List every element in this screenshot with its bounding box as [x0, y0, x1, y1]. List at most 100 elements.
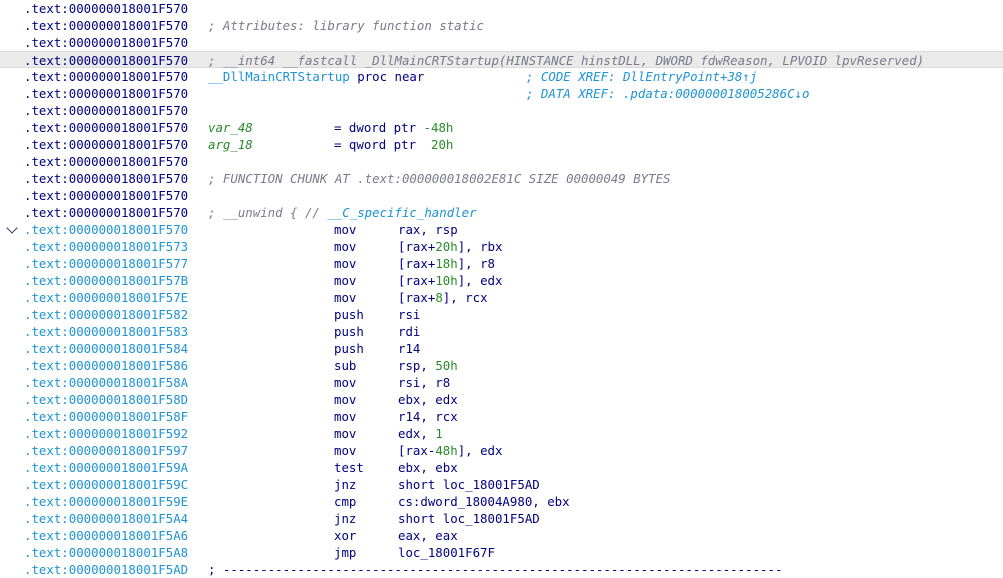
branch-target[interactable]: loc_18001F67F	[398, 545, 495, 560]
proc-declaration: __DllMainCRTStartup proc near	[208, 68, 424, 85]
instruction-row[interactable]: .text:000000018001F58A mov rsi, r8	[0, 374, 1003, 391]
instruction-row[interactable]: .text:000000018001F58F mov r14, rcx	[0, 408, 1003, 425]
operands[interactable]: short loc_18001F5AD	[398, 510, 540, 527]
address: .text:000000018001F5A6	[24, 528, 189, 543]
stack-var-type: = dword ptr	[334, 120, 424, 135]
operand-text: ], rbx	[457, 239, 503, 254]
operand-text[interactable]: cs:dword_18004A980, ebx	[398, 494, 570, 509]
stack-var-name[interactable]: arg_18	[208, 136, 253, 153]
mnemonic: mov	[334, 239, 357, 254]
instruction-row[interactable]: .text:000000018001F5A8 jmp loc_18001F67F	[0, 544, 1003, 561]
operand-text: ebx, edx	[398, 392, 458, 407]
mnemonic: mov	[334, 392, 357, 407]
listing-row[interactable]: .text:000000018001F570	[0, 153, 1003, 170]
listing-row[interactable]: .text:000000018001F570 arg_18 = qword pt…	[0, 136, 1003, 153]
operand-text: ], r8	[457, 256, 496, 271]
instruction-row[interactable]: .text:000000018001F59E cmp cs:dword_18004…	[0, 493, 1003, 510]
unwind-comment: ; __unwind { // __C_specific_handler	[208, 204, 477, 221]
mnemonic: mov	[334, 375, 357, 390]
address: .text:000000018001F582	[24, 307, 189, 322]
operands: edx, 1	[398, 425, 443, 442]
instruction-row[interactable]: .text:000000018001F59C jnz short loc_1800…	[0, 476, 1003, 493]
operands: [rax+18h], r8	[398, 255, 495, 272]
address: .text:000000018001F57B	[24, 273, 189, 288]
mnemonic: xor	[334, 528, 357, 543]
operands: r14, rcx	[398, 408, 458, 425]
listing-row[interactable]: .text:000000018001F5AD ; ---------------…	[0, 561, 1003, 578]
instruction-row[interactable]: .text:000000018001F584 push r14	[0, 340, 1003, 357]
instruction-row[interactable]: .text:000000018001F59A test ebx, ebx	[0, 459, 1003, 476]
operand-number: 50h	[435, 358, 458, 373]
operand-text: eax, eax	[398, 528, 458, 543]
instruction-row[interactable]: .text:000000018001F592 mov edx, 1	[0, 425, 1003, 442]
listing-row[interactable]: .text:000000018001F570	[0, 0, 1003, 17]
block-divider: ; --------------------------------------…	[208, 562, 783, 577]
operand-text: rsi, r8	[398, 375, 451, 390]
branch-target[interactable]: short loc_18001F5AD	[398, 511, 540, 526]
operands: [rax+10h], edx	[398, 272, 502, 289]
address: .text:000000018001F577	[24, 256, 189, 271]
listing-row[interactable]: .text:000000018001F570 ; Attributes: lib…	[0, 17, 1003, 34]
instruction-row[interactable]: .text:000000018001F582 push rsi	[0, 306, 1003, 323]
operand-text: rax, rsp	[398, 222, 458, 237]
operand-number: 1	[435, 426, 443, 441]
instruction-row[interactable]: .text:000000018001F583 push rdi	[0, 323, 1003, 340]
operand-number: 48h	[435, 443, 458, 458]
data-xref[interactable]: ; DATA XREF: .pdata:000000018005286C↓o	[526, 85, 809, 102]
instruction-row[interactable]: .text:000000018001F597 mov [rax-48h], edx	[0, 442, 1003, 459]
address: .text:000000018001F597	[24, 443, 189, 458]
operand-text: ], edx	[457, 273, 503, 288]
listing-row[interactable]: .text:000000018001F570	[0, 34, 1003, 51]
listing-row[interactable]: .text:000000018001F570 var_48 = dword pt…	[0, 119, 1003, 136]
listing-row[interactable]: .text:000000018001F570	[0, 102, 1003, 119]
operand-text: ebx, ebx	[398, 460, 458, 475]
operand-text: rsp,	[398, 358, 436, 373]
listing-row[interactable]: .text:000000018001F570 ; FUNCTION CHUNK …	[0, 170, 1003, 187]
listing-row[interactable]: .text:000000018001F570 __DllMainCRTStart…	[0, 68, 1003, 85]
operands[interactable]: cs:dword_18004A980, ebx	[398, 493, 570, 510]
instruction-row[interactable]: .text:000000018001F570 mov rax, rsp	[0, 221, 1003, 238]
instruction-row[interactable]: .text:000000018001F577 mov [rax+18h], r8	[0, 255, 1003, 272]
address: .text:000000018001F570	[24, 222, 189, 237]
operands: [rax-48h], edx	[398, 442, 502, 459]
address: .text:000000018001F58A	[24, 375, 189, 390]
operands[interactable]: loc_18001F67F	[398, 544, 495, 561]
operands[interactable]: short loc_18001F5AD	[398, 476, 540, 493]
instruction-row[interactable]: .text:000000018001F5A6 xor eax, eax	[0, 527, 1003, 544]
operands: rdi	[398, 323, 420, 340]
address: .text:000000018001F58F	[24, 409, 189, 424]
operands: r14	[398, 340, 420, 357]
instruction-row[interactable]: .text:000000018001F573 mov [rax+20h], rbx	[0, 238, 1003, 255]
function-chunk-comment: ; FUNCTION CHUNK AT .text:000000018002E8…	[208, 171, 671, 186]
operand-text: r14, rcx	[398, 409, 458, 424]
instruction-row[interactable]: .text:000000018001F586 sub rsp, 50h	[0, 357, 1003, 374]
unwind-handler-name[interactable]: __C_specific_handler	[327, 205, 476, 220]
operand-text: [rax+	[398, 273, 436, 288]
code-xref[interactable]: ; CODE XREF: DllEntryPoint+38↑j	[526, 68, 757, 85]
mnemonic: jmp	[334, 545, 357, 560]
operands: eax, eax	[398, 527, 458, 544]
branch-target[interactable]: short loc_18001F5AD	[398, 477, 540, 492]
stack-var-name[interactable]: var_48	[208, 119, 253, 136]
address: .text:000000018001F584	[24, 341, 189, 356]
instruction-row[interactable]: .text:000000018001F57E mov [rax+8], rcx	[0, 289, 1003, 306]
proc-name[interactable]: __DllMainCRTStartup	[208, 69, 350, 84]
address: .text:000000018001F570	[24, 154, 189, 169]
operands: rsi	[398, 306, 420, 323]
attributes-comment: ; Attributes: library function static	[208, 18, 485, 33]
disassembly-view[interactable]: .text:000000018001F570 .text:00000001800…	[0, 0, 1003, 578]
instruction-row[interactable]: .text:000000018001F57B mov [rax+10h], edx	[0, 272, 1003, 289]
address: .text:000000018001F570	[24, 171, 189, 186]
instruction-row[interactable]: .text:000000018001F5A4 jnz short loc_1800…	[0, 510, 1003, 527]
chevron-down-icon	[6, 222, 18, 234]
operand-text: edx,	[398, 426, 436, 441]
listing-row[interactable]: .text:000000018001F570 ; DATA XREF: .pda…	[0, 85, 1003, 102]
operand-text: rsi	[398, 307, 421, 322]
listing-row[interactable]: .text:000000018001F570 ; __unwind { // _…	[0, 204, 1003, 221]
address: .text:000000018001F59A	[24, 460, 189, 475]
collapse-toggle[interactable]	[0, 221, 22, 238]
instruction-row[interactable]: .text:000000018001F58D mov ebx, edx	[0, 391, 1003, 408]
listing-row-selected[interactable]: .text:000000018001F570 ; __int64 __fastc…	[0, 51, 1003, 68]
listing-row[interactable]: .text:000000018001F570	[0, 187, 1003, 204]
address: .text:000000018001F592	[24, 426, 189, 441]
